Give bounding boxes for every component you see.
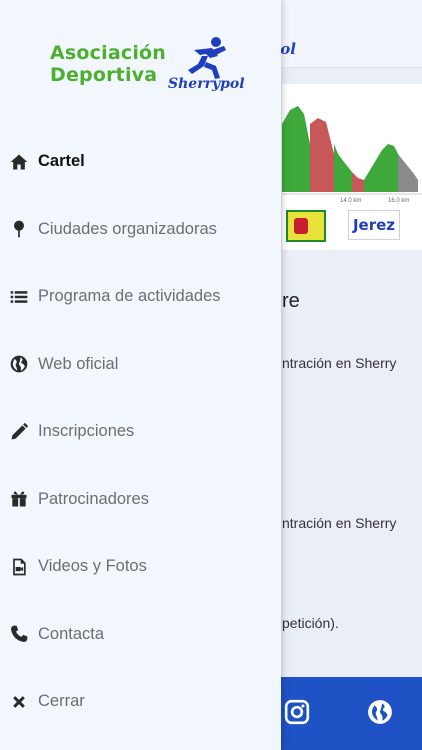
- logo-brand: Sherrypol: [168, 76, 245, 92]
- menu-item-inscripciones[interactable]: Inscripciones: [0, 398, 281, 466]
- gift-icon: [0, 489, 38, 509]
- menu-item-ciudades[interactable]: Ciudades organizadoras: [0, 196, 281, 264]
- globe-icon: [0, 354, 38, 374]
- list-icon: [0, 287, 38, 307]
- menu-item-label: Inscripciones: [38, 422, 135, 441]
- video-file-icon: [0, 557, 38, 577]
- menu-item-contacta[interactable]: Contacta: [0, 601, 281, 669]
- sponsor-logos: Jerez: [282, 204, 422, 250]
- sponsor-jerez-logo: Jerez: [348, 210, 400, 240]
- navigation-drawer: Asociación Deportiva Sherrypol Cartel Ci…: [0, 0, 281, 750]
- globe-icon[interactable]: [367, 699, 393, 725]
- runner-icon: [188, 37, 226, 79]
- content-text-fragment: ntración en Sherry: [282, 355, 397, 371]
- home-icon: [0, 152, 38, 172]
- menu-item-videos-fotos[interactable]: Videos y Fotos: [0, 533, 281, 601]
- menu-item-label: Cartel: [38, 152, 85, 171]
- menu-item-label: Programa de actividades: [38, 287, 221, 306]
- map-pin-icon: [0, 219, 38, 239]
- menu-item-label: Contacta: [38, 624, 105, 643]
- content-heading-fragment: re: [282, 290, 300, 312]
- menu-item-patrocinadores[interactable]: Patrocinadores: [0, 466, 281, 534]
- sponsor-crest: [286, 210, 326, 242]
- menu-item-label: Web oficial: [38, 354, 119, 373]
- logo-line-1: Asociación: [50, 42, 167, 64]
- close-icon: [0, 692, 38, 712]
- content-text-fragment: ntración en Sherry: [282, 515, 397, 531]
- content-text-fragment: petición).: [282, 615, 339, 631]
- phone-icon: [0, 624, 38, 644]
- menu-item-label: Ciudades organizadoras: [38, 219, 217, 238]
- pencil-icon: [0, 422, 38, 442]
- menu-item-cartel[interactable]: Cartel: [0, 128, 281, 196]
- menu-item-web-oficial[interactable]: Web oficial: [0, 331, 281, 399]
- menu-item-label: Videos y Fotos: [38, 557, 147, 576]
- drawer-menu: Cartel Ciudades organizadoras Programa d…: [0, 128, 281, 736]
- association-logo: Asociación Deportiva Sherrypol: [50, 36, 250, 100]
- menu-item-label: Patrocinadores: [38, 489, 149, 508]
- menu-item-cerrar[interactable]: Cerrar: [0, 668, 281, 736]
- logo-line-2: Deportiva: [50, 64, 158, 86]
- instagram-icon[interactable]: [284, 699, 310, 725]
- menu-item-programa[interactable]: Programa de actividades: [0, 263, 281, 331]
- elevation-profile-image: 14.0 km 16.0 km: [282, 84, 422, 204]
- logo-text: Asociación Deportiva: [50, 42, 166, 86]
- menu-item-label: Cerrar: [38, 692, 85, 711]
